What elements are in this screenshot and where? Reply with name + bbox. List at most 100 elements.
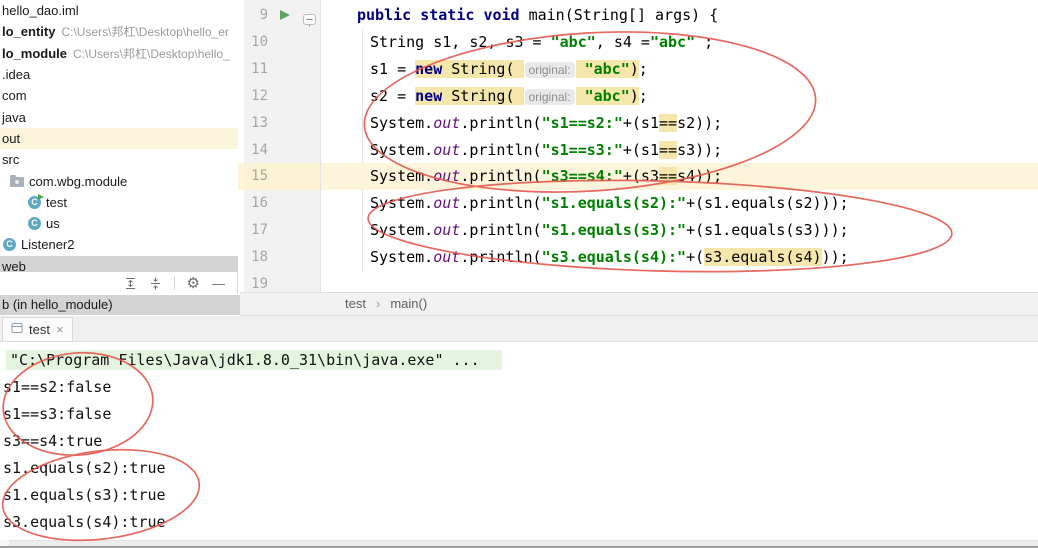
ide-window: hello_dao.iml lo_entity C:\Users\邦杠\Deskto… <box>0 0 1038 548</box>
code-line-16[interactable]: System.out.println("s1.equals(s2):"+(s1.… <box>321 190 1038 217</box>
code-line-14[interactable]: System.out.println("s1==s3:"+(s1==s3)); <box>321 137 1038 164</box>
tree-item-com-wbg-module[interactable]: com.wbg.module <box>0 170 238 191</box>
code-token: )); <box>821 248 849 267</box>
tree-item-label: com <box>2 88 27 104</box>
gutter-line-19[interactable]: 19 <box>244 271 320 292</box>
code-token: +(s1 <box>622 113 659 132</box>
tree-item-test[interactable]: Ctest <box>0 192 238 213</box>
tree-item-us[interactable]: Cus <box>0 213 238 234</box>
class-icon: C <box>28 217 41 231</box>
console-line-3: s3==s4:true <box>3 432 103 450</box>
collapse-all-icon[interactable] <box>149 277 162 290</box>
code-token: .println( <box>460 194 542 213</box>
code-token: s2)); <box>677 113 723 132</box>
console-line-0: "C:\Program Files\Java\jdk1.8.0_31\bin\j… <box>0 348 1038 372</box>
tree-item-web[interactable]: web <box>0 255 238 272</box>
tree-item-label: java <box>2 109 26 125</box>
settings-gear-icon[interactable]: ⚙ <box>187 276 200 291</box>
tree-item-label: lo_entity <box>2 24 56 40</box>
tree-item-lo-entity[interactable]: lo_entity C:\Users\邦杠\Desktop\hello_er <box>0 21 238 42</box>
gutter-line-13[interactable]: 13 <box>244 110 320 137</box>
code-line-18[interactable]: System.out.println("s3.equals(s4):"+(s3.… <box>321 244 1038 271</box>
tree-item-hello-dao-iml[interactable]: hello_dao.iml <box>0 0 238 21</box>
gutter-line-14[interactable]: 14 <box>244 137 320 164</box>
code-token: String( <box>442 86 524 105</box>
tree-item-path: C:\Users\邦杠\Desktop\hello_er <box>61 25 229 40</box>
code-token: "s3==s4:" <box>541 167 623 186</box>
code-line-11[interactable]: s1 = new String( original: "abc"); <box>321 56 1038 83</box>
tree-status-row[interactable]: b (in hello_module) <box>0 295 242 315</box>
run-console[interactable]: "C:\Program Files\Java\jdk1.8.0_31\bin\j… <box>0 342 1038 540</box>
expand-all-icon[interactable] <box>124 277 137 290</box>
run-tab-test[interactable]: test × <box>2 317 73 341</box>
param-hint: original: <box>524 61 575 78</box>
gutter-line-16[interactable]: 16 <box>244 190 320 217</box>
package-icon <box>10 175 24 188</box>
code-token: "abc" <box>550 32 596 51</box>
code-line-15[interactable]: System.out.println("s3==s4:"+(s3==s4)); <box>321 163 1038 191</box>
line-number: 18 <box>251 249 268 266</box>
code-line-17[interactable]: System.out.println("s1.equals(s3):"+(s1.… <box>321 217 1038 244</box>
tree-item-src[interactable]: src <box>0 149 238 170</box>
code-token: "abc" <box>575 86 630 105</box>
code-token: == <box>659 113 678 132</box>
code-token: "s1.equals(s2):" <box>541 194 687 213</box>
tree-item-label: .idea <box>2 67 31 83</box>
gutter-line-15[interactable]: 15 <box>244 163 320 191</box>
tree-item-listener2[interactable]: C Listener2 <box>0 234 238 255</box>
code-line-9[interactable]: public static void main(String[] args) { <box>321 2 1038 29</box>
breadcrumb: test › main() <box>240 292 1038 316</box>
gutter-line-10[interactable]: 10 <box>244 29 320 56</box>
code-line-12[interactable]: s2 = new String( original: "abc"); <box>321 83 1038 110</box>
code-editor[interactable]: 9 10 11 12 13 14 15 16 17 18 19 public static void… <box>238 0 1038 292</box>
project-tree: hello_dao.iml lo_entity C:\Users\邦杠\Deskto… <box>0 0 239 272</box>
tree-item-label: com.wbg.module <box>29 173 128 189</box>
tree-item--idea[interactable]: .idea <box>0 64 238 85</box>
code-token: static <box>420 6 484 24</box>
tree-item-label: src <box>2 152 20 168</box>
code-line-13[interactable]: System.out.println("s1==s2:"+(s1==s2)); <box>321 110 1038 137</box>
line-number: 14 <box>251 141 268 158</box>
gutter-line-11[interactable]: 11 <box>244 56 320 83</box>
tree-status-label: b (in hello_module) <box>2 297 113 312</box>
tree-item-com[interactable]: com <box>0 85 238 106</box>
line-number: 9 <box>259 7 268 23</box>
run-gutter-icon[interactable] <box>280 10 290 20</box>
code-token: System. <box>370 221 434 240</box>
class-run-icon: C <box>28 193 44 209</box>
code-line-10[interactable]: String s1, s2, s3 = "abc", s4 ="abc" ; <box>321 29 1038 56</box>
sidebar-toolbar: ⚙ — <box>0 272 238 294</box>
gutter-line-17[interactable]: 17 <box>244 217 320 244</box>
line-number: 11 <box>251 60 268 77</box>
close-tab-icon[interactable]: × <box>56 322 64 337</box>
gutter-line-18[interactable]: 18 <box>244 244 320 271</box>
gutter-line-12[interactable]: 12 <box>244 83 320 110</box>
tree-item-java[interactable]: java <box>0 106 238 127</box>
code-token: out <box>433 221 461 240</box>
code-area[interactable]: public static void main(String[] args) {… <box>321 0 1038 292</box>
code-token: main(String[] args) { <box>528 6 719 24</box>
code-token: +(s1.equals(s2))); <box>686 194 849 213</box>
code-token: new <box>415 86 443 105</box>
code-token: ) <box>629 86 639 105</box>
breadcrumb-class[interactable]: test <box>345 296 366 311</box>
param-hint: original: <box>524 88 575 105</box>
hide-panel-icon[interactable]: — <box>212 276 225 291</box>
gutter-line-9[interactable]: 9 <box>244 2 320 29</box>
code-token: ) <box>629 59 639 78</box>
code-line-19[interactable] <box>321 271 1038 292</box>
editor-gutter[interactable]: 9 10 11 12 13 14 15 16 17 18 19 <box>244 0 321 292</box>
tree-item-out[interactable]: out <box>0 127 238 150</box>
tree-item-lo-module[interactable]: lo_module C:\Users\邦杠\Desktop\hello_ <box>0 43 238 64</box>
code-token: ; <box>695 32 714 51</box>
run-tab-strip: test × <box>0 316 1038 342</box>
code-token: .println( <box>460 140 542 159</box>
tree-item-label: lo_module <box>2 45 68 61</box>
code-token: public <box>357 6 421 24</box>
code-token: , s4 = <box>595 32 650 51</box>
code-token: System. <box>370 140 434 159</box>
code-token: out <box>433 113 461 132</box>
code-token: .println( <box>460 167 542 186</box>
breadcrumb-method[interactable]: main() <box>390 296 427 311</box>
code-token: new <box>415 59 443 78</box>
